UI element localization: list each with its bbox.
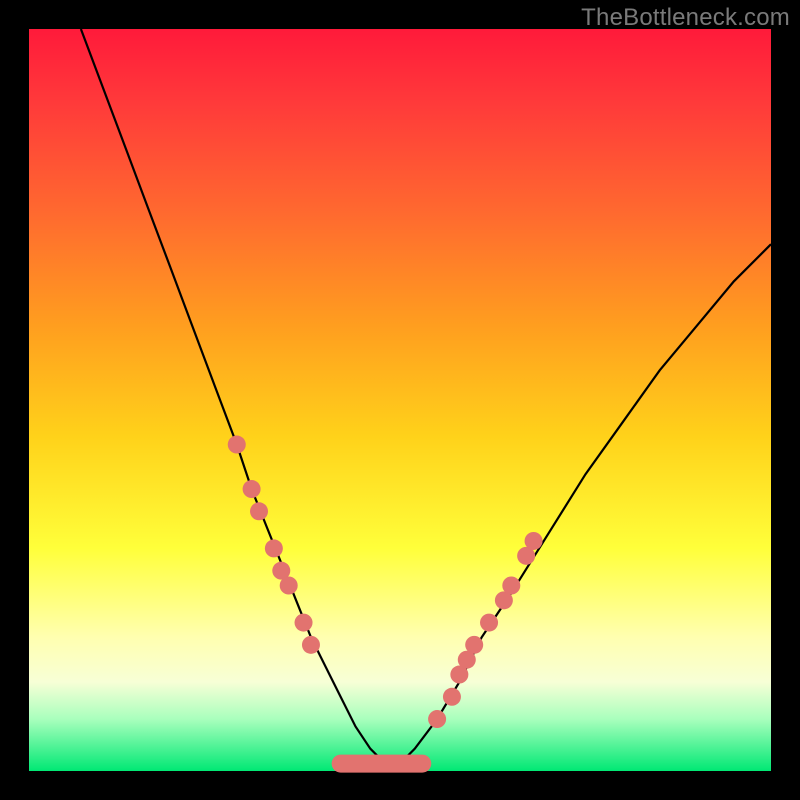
outer-black-frame: TheBottleneck.com: [0, 0, 800, 800]
chart-svg: [29, 29, 771, 771]
marker-dot: [465, 636, 483, 654]
watermark-text: TheBottleneck.com: [581, 4, 790, 32]
marker-dot: [525, 532, 543, 550]
marker-dot: [250, 502, 268, 520]
marker-dot: [243, 480, 261, 498]
marker-dot: [265, 539, 283, 557]
marker-group: [228, 436, 543, 764]
marker-dot: [480, 614, 498, 632]
marker-dot: [443, 688, 461, 706]
marker-dot: [295, 614, 313, 632]
marker-dot: [280, 577, 298, 595]
curve-path: [81, 29, 771, 764]
marker-dot: [428, 710, 446, 728]
marker-dot: [228, 436, 246, 454]
bottleneck-curve: [81, 29, 771, 764]
marker-dot: [302, 636, 320, 654]
plot-area: [29, 29, 771, 771]
marker-dot: [502, 577, 520, 595]
